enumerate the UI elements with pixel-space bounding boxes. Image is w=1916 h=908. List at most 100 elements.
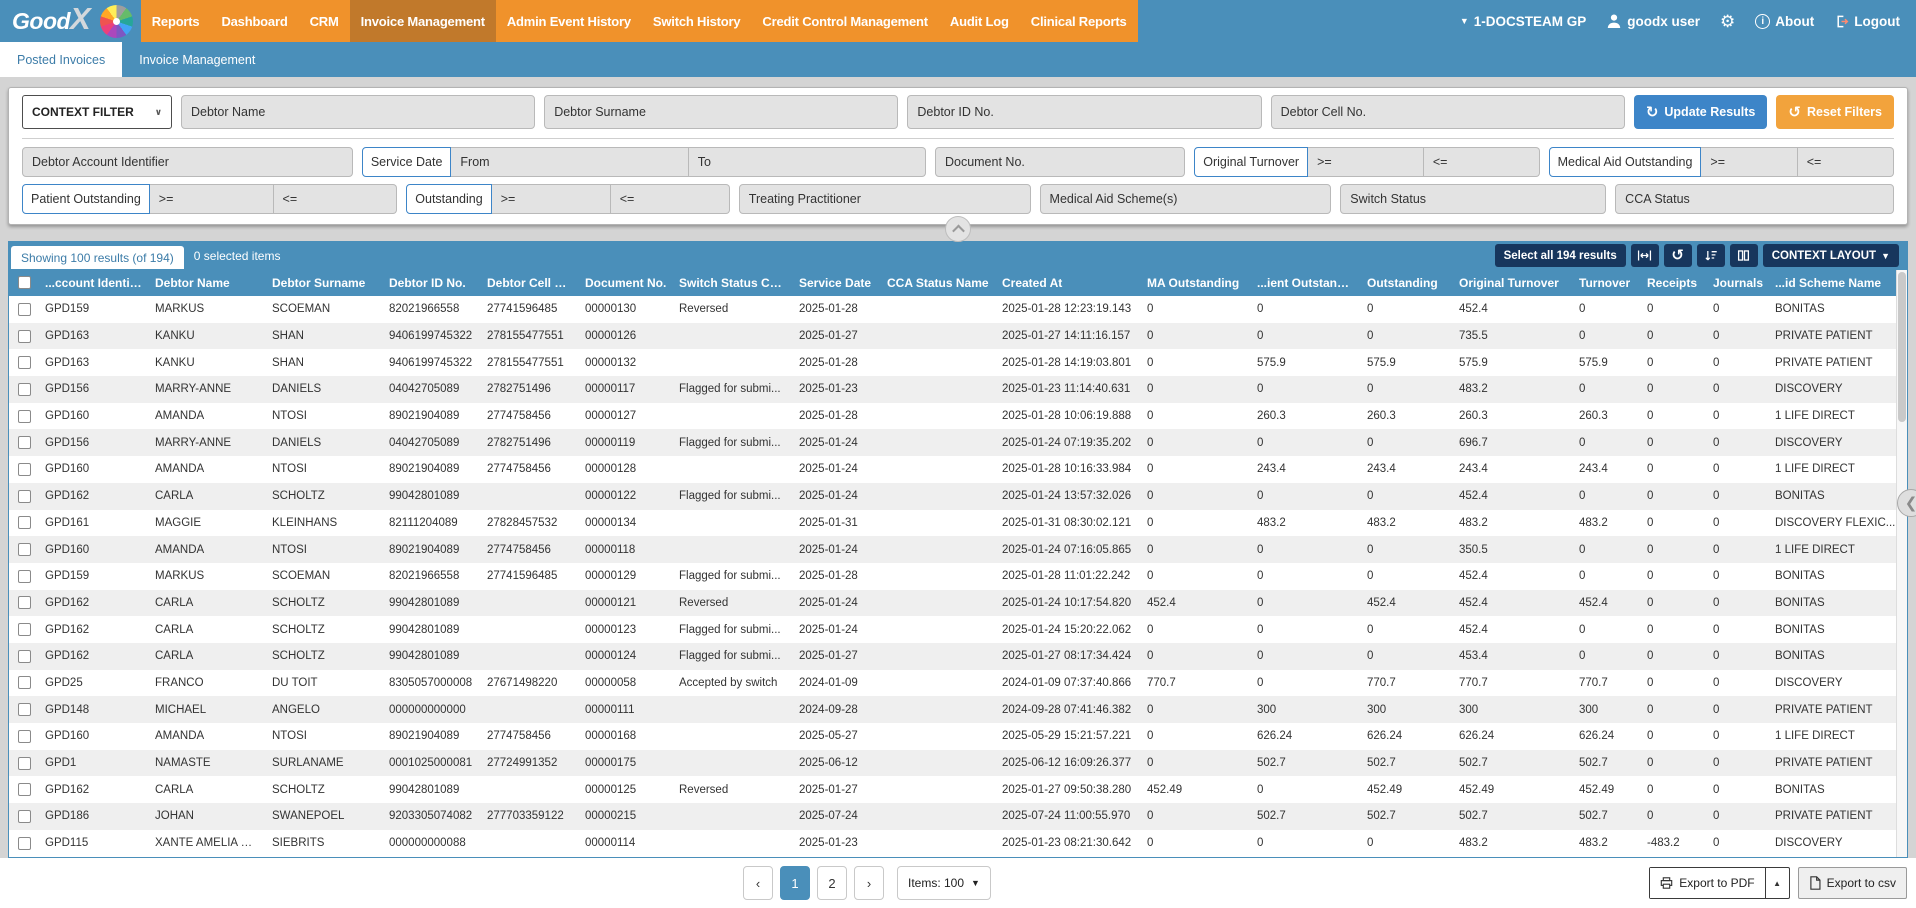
column-header-document-no[interactable]: Document No.: [579, 276, 673, 290]
row-checkbox[interactable]: [18, 810, 31, 823]
column-header-switch-status-code[interactable]: Switch Status Code: [673, 276, 793, 290]
fit-columns-button[interactable]: [1631, 244, 1659, 267]
page-button-2[interactable]: 2: [817, 866, 847, 900]
column-header-ccount-identifier[interactable]: ...ccount Identifier: [39, 276, 149, 290]
row-checkbox[interactable]: [18, 623, 31, 636]
service-date-to-input[interactable]: [689, 147, 926, 177]
export-pdf-options-button[interactable]: ▲: [1765, 868, 1789, 898]
nav-item-credit-control-management[interactable]: Credit Control Management: [751, 0, 938, 42]
patient-outstanding--input[interactable]: [274, 184, 398, 214]
row-checkbox[interactable]: [18, 703, 31, 716]
row-checkbox[interactable]: [18, 356, 31, 369]
tab-invoice-management[interactable]: Invoice Management: [122, 42, 272, 77]
cell-ccount-identifier: GPD160: [39, 410, 149, 422]
column-header-journals[interactable]: Journals: [1707, 276, 1769, 290]
column-header-debtor-cell-no[interactable]: Debtor Cell No.: [481, 276, 579, 290]
prev-page-button[interactable]: ‹: [743, 866, 773, 900]
column-header-debtor-name[interactable]: Debtor Name: [149, 276, 266, 290]
context-layout-dropdown[interactable]: CONTEXT LAYOUT ▼: [1763, 244, 1899, 267]
row-checkbox[interactable]: [18, 676, 31, 689]
original-turnover--input[interactable]: [1308, 147, 1424, 177]
nav-item-switch-history[interactable]: Switch History: [642, 0, 752, 42]
settings-button[interactable]: ⚙: [1720, 13, 1735, 30]
select-all-button[interactable]: Select all 194 results: [1495, 244, 1626, 267]
context-filter-select[interactable]: CONTEXT FILTER∨: [22, 95, 172, 129]
nav-item-reports[interactable]: Reports: [141, 0, 211, 42]
row-checkbox[interactable]: [18, 543, 31, 556]
cca-status-input[interactable]: [1615, 184, 1894, 214]
cell-receipts: 0: [1641, 330, 1707, 342]
column-header-debtor-surname[interactable]: Debtor Surname: [266, 276, 383, 290]
logout-button[interactable]: Logout: [1834, 14, 1900, 29]
column-header-outstanding[interactable]: Outstanding: [1361, 276, 1453, 290]
row-checkbox[interactable]: [18, 596, 31, 609]
patient-outstanding--input[interactable]: [150, 184, 274, 214]
row-checkbox[interactable]: [18, 383, 31, 396]
cell-created-at: 2025-01-27 08:17:34.424: [996, 650, 1141, 662]
row-checkbox[interactable]: [18, 837, 31, 850]
nav-item-dashboard[interactable]: Dashboard: [210, 0, 298, 42]
column-header-created-at[interactable]: Created At: [996, 276, 1141, 290]
row-checkbox[interactable]: [18, 650, 31, 663]
sort-button[interactable]: [1697, 244, 1725, 267]
export-csv-button[interactable]: Export to csv: [1798, 867, 1907, 899]
next-page-button[interactable]: ›: [854, 866, 884, 900]
table-scrollbar[interactable]: [1896, 270, 1907, 857]
switch-status-input[interactable]: [1340, 184, 1606, 214]
column-header-debtor-id-no[interactable]: Debtor ID No.: [383, 276, 481, 290]
column-header-ient-outstanding[interactable]: ...ient Outstanding: [1251, 276, 1361, 290]
column-header-id-scheme-name[interactable]: ...id Scheme Name: [1769, 276, 1907, 290]
row-checkbox[interactable]: [18, 783, 31, 796]
outstanding--input[interactable]: [611, 184, 730, 214]
reset-filters-button[interactable]: ↺Reset Filters: [1776, 95, 1894, 129]
nav-item-clinical-reports[interactable]: Clinical Reports: [1020, 0, 1138, 42]
medical-aid-scheme-s-input[interactable]: [1040, 184, 1332, 214]
tab-posted-invoices[interactable]: Posted Invoices: [0, 42, 122, 77]
update-results-button[interactable]: ↻Update Results: [1634, 95, 1768, 129]
row-checkbox[interactable]: [18, 570, 31, 583]
column-header-receipts[interactable]: Receipts: [1641, 276, 1707, 290]
nav-item-audit-log[interactable]: Audit Log: [939, 0, 1020, 42]
row-checkbox[interactable]: [18, 490, 31, 503]
export-pdf-button[interactable]: Export to PDF: [1650, 868, 1764, 898]
column-header-original-turnover[interactable]: Original Turnover: [1453, 276, 1573, 290]
row-checkbox[interactable]: [18, 730, 31, 743]
debtor-id-no-input[interactable]: [907, 95, 1261, 129]
page-button-1[interactable]: 1: [780, 866, 810, 900]
row-checkbox[interactable]: [18, 757, 31, 770]
row-checkbox[interactable]: [18, 463, 31, 476]
nav-item-admin-event-history[interactable]: Admin Event History: [496, 0, 642, 42]
column-header-ma-outstanding[interactable]: MA Outstanding: [1141, 276, 1251, 290]
treating-practitioner-input[interactable]: [739, 184, 1031, 214]
select-all-checkbox[interactable]: [18, 276, 31, 289]
document-no-input[interactable]: [935, 147, 1185, 177]
debtor-cell-no-input[interactable]: [1271, 95, 1625, 129]
column-header-turnover[interactable]: Turnover: [1573, 276, 1641, 290]
practice-selector[interactable]: ▼ 1-DOCSTEAM GP: [1460, 14, 1586, 29]
user-menu[interactable]: goodx user: [1606, 13, 1700, 29]
items-per-page-select[interactable]: Items: 100 ▼: [897, 866, 991, 900]
column-header-service-date[interactable]: Service Date: [793, 276, 881, 290]
medical-aid-outstanding--input[interactable]: [1701, 147, 1797, 177]
row-checkbox[interactable]: [18, 330, 31, 343]
columns-button[interactable]: [1730, 244, 1758, 267]
about-button[interactable]: i About: [1755, 14, 1814, 29]
nav-item-crm[interactable]: CRM: [299, 0, 350, 42]
debtor-surname-input[interactable]: [544, 95, 898, 129]
outstanding--input[interactable]: [492, 184, 611, 214]
original-turnover--input[interactable]: [1424, 147, 1540, 177]
column-header-cca-status-name[interactable]: CCA Status Name: [881, 276, 996, 290]
collapse-filters-button[interactable]: [945, 216, 971, 242]
row-checkbox[interactable]: [18, 410, 31, 423]
row-checkbox[interactable]: [18, 436, 31, 449]
medical-aid-outstanding--input[interactable]: [1798, 147, 1894, 177]
debtor-account-identifier-input[interactable]: [22, 147, 353, 177]
service-date-from-input[interactable]: [451, 147, 688, 177]
cell-debtor-cell-no: 2774758456: [481, 410, 579, 422]
scrollbar-thumb[interactable]: [1898, 272, 1906, 422]
row-checkbox[interactable]: [18, 303, 31, 316]
nav-item-invoice-management[interactable]: Invoice Management: [350, 0, 496, 42]
reset-view-button[interactable]: ↺: [1664, 244, 1692, 267]
debtor-name-input[interactable]: [181, 95, 535, 129]
row-checkbox[interactable]: [18, 516, 31, 529]
